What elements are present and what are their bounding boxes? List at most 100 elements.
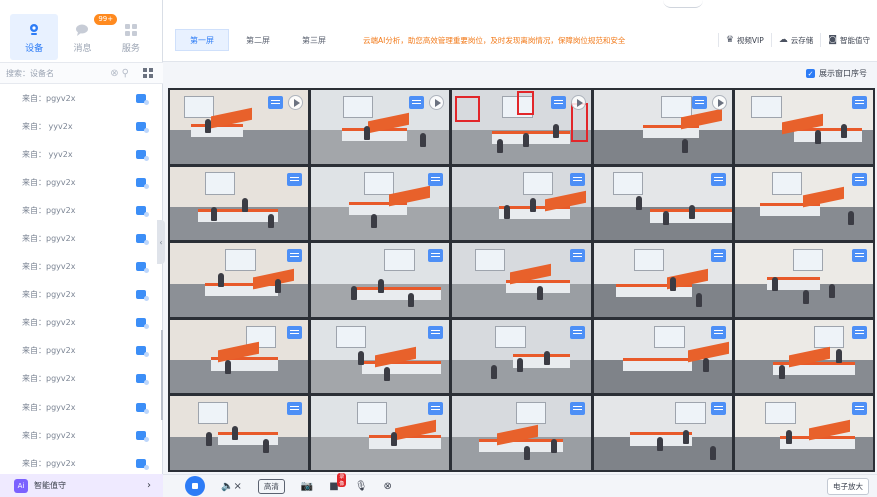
camera-feed-tile[interactable] bbox=[593, 319, 732, 394]
ai-chat-icon[interactable] bbox=[569, 325, 585, 339]
camera-status-icon[interactable] bbox=[136, 262, 149, 274]
camera-feed-tile[interactable] bbox=[593, 166, 732, 241]
ai-chat-icon[interactable] bbox=[428, 402, 444, 416]
ai-chat-icon[interactable] bbox=[710, 172, 726, 186]
device-list-item[interactable]: 来自：pgyv2x bbox=[0, 365, 160, 393]
ai-chat-icon[interactable] bbox=[851, 249, 867, 263]
grid-view-icon[interactable] bbox=[139, 64, 157, 82]
camera-feed-tile[interactable] bbox=[452, 319, 591, 394]
camera-feed-tile[interactable] bbox=[311, 243, 450, 317]
ai-chat-icon[interactable] bbox=[409, 96, 425, 109]
smart-guard-entry[interactable]: Ai 智能值守 › bbox=[0, 474, 163, 497]
search-icon[interactable]: ⚲ bbox=[122, 68, 129, 79]
device-list-item[interactable]: 来自：pgyv2x bbox=[0, 393, 160, 421]
camera-status-icon[interactable] bbox=[136, 205, 149, 217]
camera-status-icon[interactable] bbox=[136, 318, 149, 330]
device-list-item[interactable]: 来自： yyv2x bbox=[0, 140, 160, 168]
camera-feed-tile[interactable] bbox=[452, 166, 591, 241]
camera-feed-tile[interactable] bbox=[593, 396, 732, 470]
ai-chat-icon[interactable] bbox=[851, 96, 867, 109]
play-icon[interactable] bbox=[570, 95, 586, 110]
device-list-item[interactable]: 来自：pgyv2x bbox=[0, 281, 160, 309]
ai-chat-icon[interactable] bbox=[569, 402, 585, 416]
stop-all-button[interactable] bbox=[185, 476, 205, 496]
search-input[interactable]: 搜索：设备名 bbox=[6, 68, 107, 79]
quality-hd-button[interactable]: 高清 bbox=[257, 478, 285, 494]
ai-chat-icon[interactable] bbox=[268, 96, 284, 109]
tab-message[interactable]: 99+ 消息 bbox=[58, 14, 118, 60]
ai-analysis-banner[interactable]: 云端AI分析，助您高效管理重要岗位，及时发现离岗情况，保障岗位规范和安全 bbox=[363, 35, 625, 46]
clear-icon[interactable]: ⊗ bbox=[110, 68, 118, 79]
record-icon[interactable]: ■ 录像 bbox=[329, 472, 347, 492]
ai-chat-icon[interactable] bbox=[287, 249, 303, 263]
camera-status-icon[interactable] bbox=[136, 346, 149, 358]
device-list-item[interactable]: 来自：pgyv2x bbox=[0, 421, 160, 449]
camera-status-icon[interactable] bbox=[136, 149, 149, 161]
ai-chat-icon[interactable] bbox=[428, 325, 444, 339]
tab-screen-2[interactable]: 第二屏 bbox=[231, 29, 285, 51]
camera-status-icon[interactable] bbox=[136, 430, 149, 442]
device-list-item[interactable]: 来自：pgyv2x bbox=[0, 449, 160, 472]
camera-feed-tile[interactable] bbox=[311, 166, 450, 241]
cloud-storage-button[interactable]: ☁ 云存储 bbox=[770, 33, 821, 47]
camera-feed-tile[interactable] bbox=[734, 396, 873, 470]
ai-chat-icon[interactable] bbox=[287, 172, 303, 186]
camera-status-icon[interactable] bbox=[136, 93, 149, 105]
camera-status-icon[interactable] bbox=[136, 458, 149, 470]
camera-status-icon[interactable] bbox=[136, 177, 149, 189]
ai-chat-icon[interactable] bbox=[710, 402, 726, 416]
device-list-item[interactable]: 来自：pgyv2x bbox=[0, 309, 160, 337]
ai-chat-icon[interactable] bbox=[287, 325, 303, 339]
camera-status-icon[interactable] bbox=[136, 402, 149, 414]
ai-chat-icon[interactable] bbox=[428, 172, 444, 186]
ai-chat-icon[interactable] bbox=[710, 249, 726, 263]
camera-feed-tile[interactable] bbox=[452, 243, 591, 317]
device-list-item[interactable]: 来自：pgyv2x bbox=[0, 84, 160, 112]
camera-feed-tile[interactable] bbox=[734, 90, 873, 164]
camera-status-icon[interactable] bbox=[136, 374, 149, 386]
camera-feed-tile[interactable] bbox=[593, 243, 732, 317]
microphone-icon[interactable]: 🎙 bbox=[355, 481, 368, 492]
camera-feed-tile[interactable] bbox=[170, 90, 309, 164]
camera-feed-tile[interactable] bbox=[734, 166, 873, 241]
mute-icon[interactable]: 🔈× bbox=[221, 481, 242, 492]
ai-chat-icon[interactable] bbox=[287, 402, 303, 416]
device-list-item[interactable]: 来自：pgyv2x bbox=[0, 196, 160, 224]
ai-chat-icon[interactable] bbox=[851, 325, 867, 339]
camera-feed-tile[interactable] bbox=[734, 319, 873, 394]
show-index-toggle[interactable]: ✓ 展示窗口序号 bbox=[806, 68, 867, 79]
ai-chat-icon[interactable] bbox=[569, 172, 585, 186]
play-icon[interactable] bbox=[711, 95, 727, 110]
ai-chat-icon[interactable] bbox=[710, 325, 726, 339]
device-list-item[interactable]: 来自：pgyv2x bbox=[0, 168, 160, 196]
device-list-item[interactable]: 来自： yyv2x bbox=[0, 112, 160, 140]
ai-chat-icon[interactable] bbox=[691, 96, 707, 109]
camera-status-icon[interactable] bbox=[136, 290, 149, 302]
ai-chat-icon[interactable] bbox=[428, 249, 444, 263]
smart-guard-button[interactable]: ◙ 智能值守 bbox=[820, 33, 877, 47]
settings-dial-icon[interactable]: ⊗ bbox=[383, 481, 391, 492]
checkbox-checked-icon[interactable]: ✓ bbox=[806, 69, 815, 78]
camera-snapshot-icon[interactable]: 📷 bbox=[301, 481, 313, 492]
collapse-sidebar-handle[interactable]: ‹ bbox=[157, 220, 165, 264]
device-list-item[interactable]: 来自：pgyv2x bbox=[0, 253, 160, 281]
ai-chat-icon[interactable] bbox=[851, 402, 867, 416]
ai-chat-icon[interactable] bbox=[569, 249, 585, 263]
device-search[interactable]: 搜索：设备名 ⊗ ⚲ bbox=[0, 62, 163, 84]
digital-zoom-button[interactable]: 电子放大 bbox=[827, 477, 869, 495]
device-list-item[interactable]: 来自：pgyv2x bbox=[0, 337, 160, 365]
ai-chat-icon[interactable] bbox=[851, 172, 867, 186]
camera-feed-tile[interactable] bbox=[593, 90, 732, 164]
ai-chat-icon[interactable] bbox=[550, 96, 566, 109]
device-list-item[interactable]: 来自：pgyv2x bbox=[0, 224, 160, 252]
sidebar-scrollbar[interactable] bbox=[161, 330, 163, 420]
tab-device[interactable]: 设备 bbox=[10, 14, 59, 60]
camera-feed-tile[interactable] bbox=[311, 319, 450, 394]
camera-feed-tile[interactable] bbox=[170, 319, 309, 394]
camera-feed-tile[interactable] bbox=[311, 90, 450, 164]
video-vip-button[interactable]: ♛ 视频VIP bbox=[717, 33, 771, 47]
camera-status-icon[interactable] bbox=[136, 121, 149, 133]
camera-feed-tile[interactable] bbox=[170, 396, 309, 470]
tab-screen-3[interactable]: 第三屏 bbox=[287, 29, 341, 51]
tab-screen-1[interactable]: 第一屏 bbox=[175, 29, 229, 51]
